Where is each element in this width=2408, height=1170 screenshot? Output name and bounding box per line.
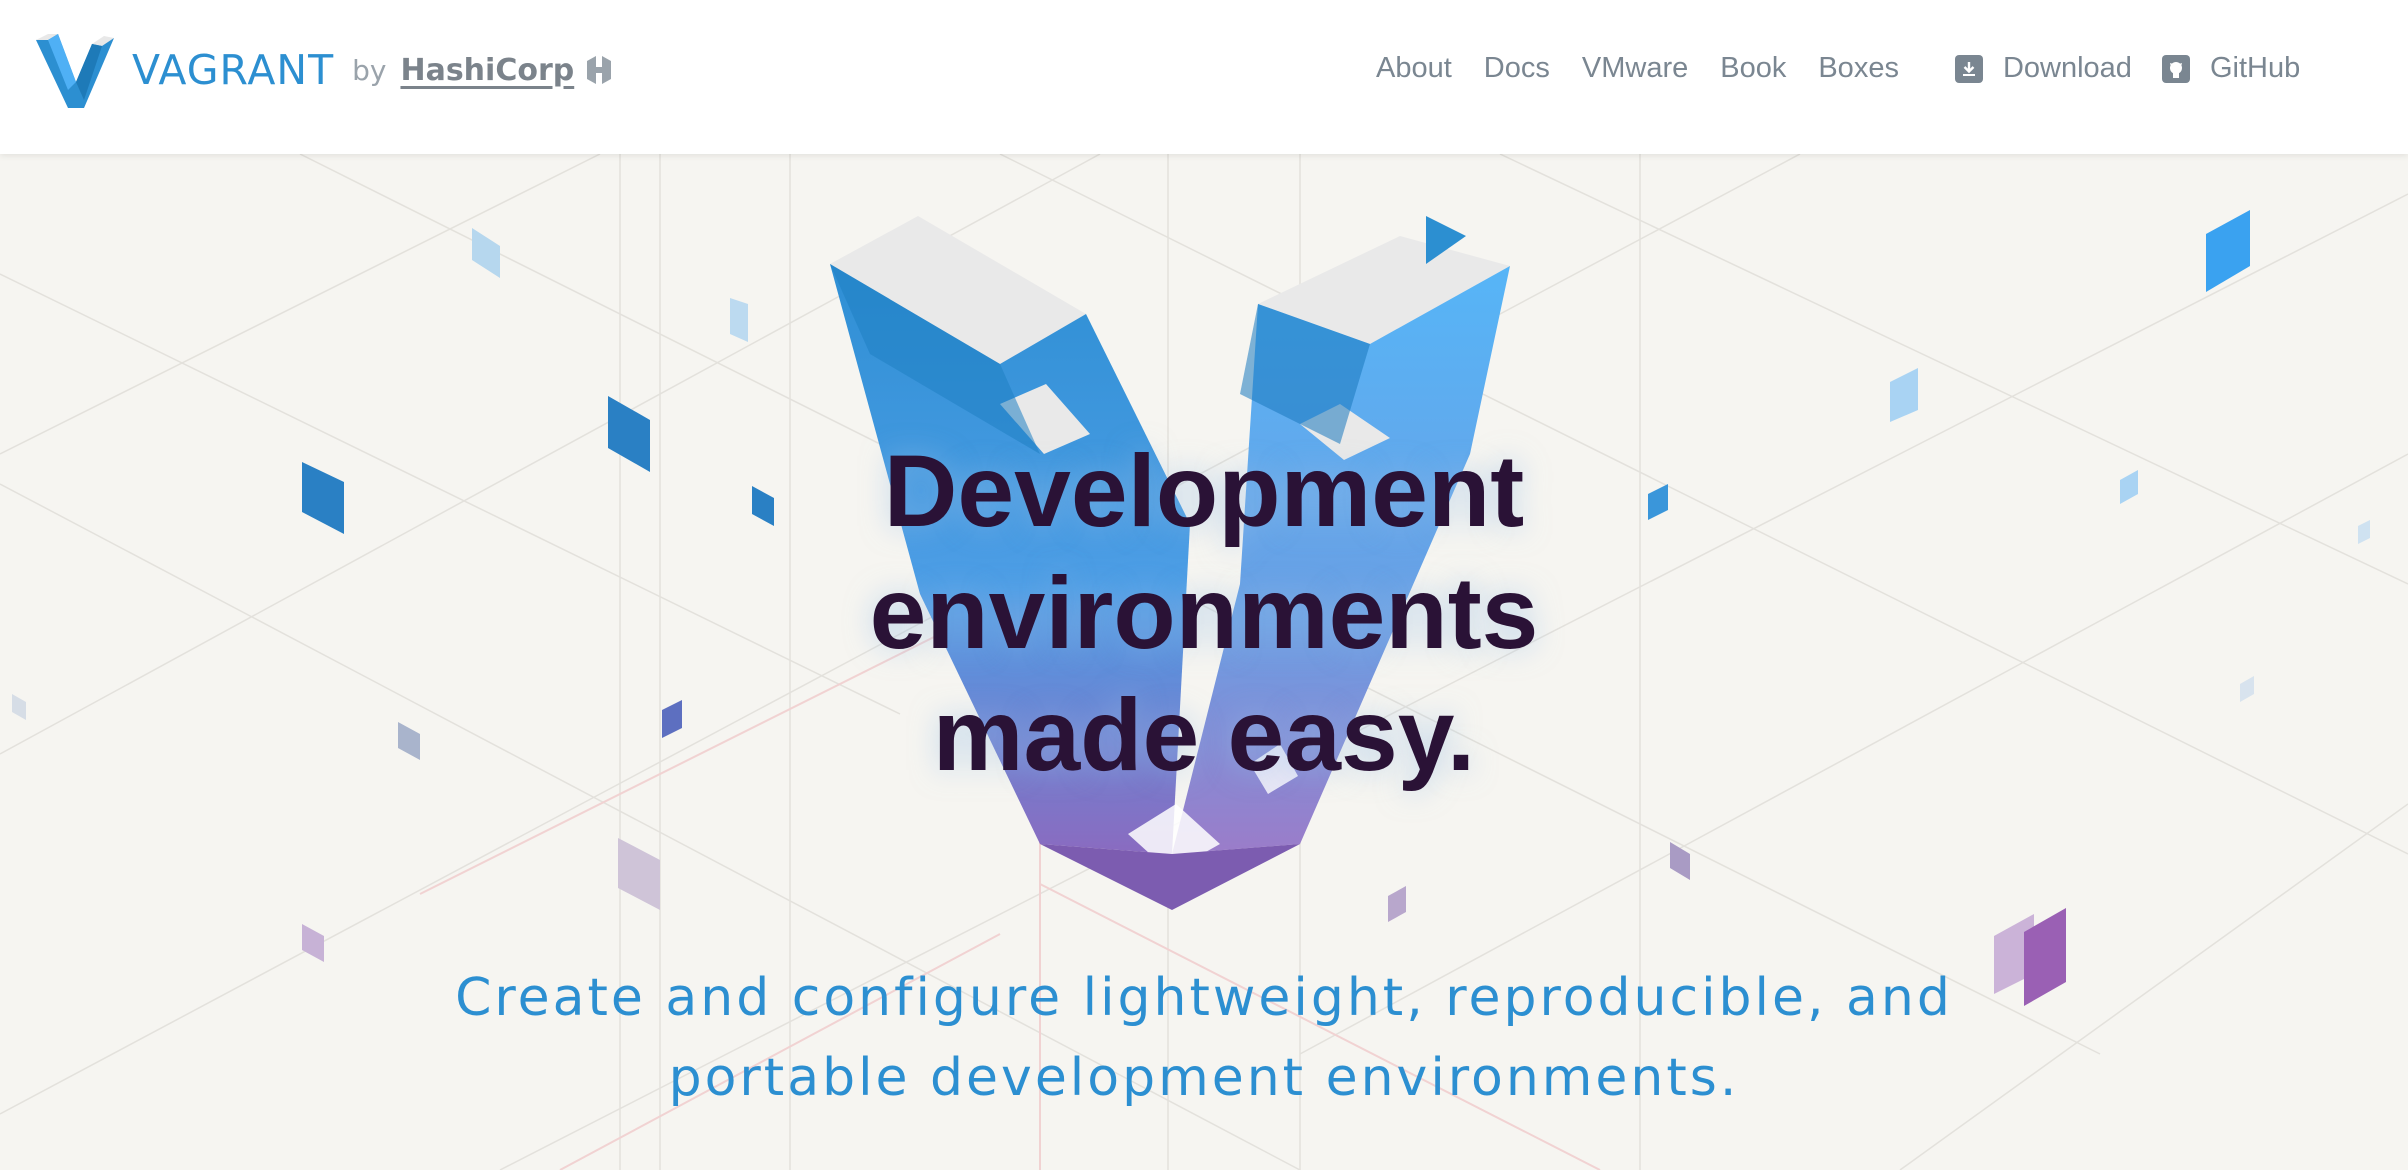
github-label: GitHub (2209, 52, 2301, 84)
hero-title-line-3: made easy. (932, 678, 1476, 792)
nav-link-vmware[interactable]: VMware (1582, 52, 1688, 85)
hashicorp-logo-icon (587, 56, 612, 84)
hero-title: Development environments made easy. (0, 430, 2408, 796)
nav-link-github[interactable]: GitHub (2161, 52, 2301, 85)
download-icon (1954, 54, 1983, 83)
nav-link-download[interactable]: Download (1954, 52, 2132, 85)
hero-subtitle: Create and configure lightweight, reprod… (0, 958, 2408, 1118)
hero-subtitle-line-1: Create and configure lightweight, reprod… (455, 968, 1953, 1028)
hero-title-line-1: Development (883, 434, 1525, 548)
hero-subtitle-line-2: portable development environments. (668, 1048, 1740, 1108)
brand-by-text: by (352, 53, 387, 87)
vagrant-logo-icon (36, 34, 114, 108)
top-navbar: VAGRANT by HashiCorp About Docs VMware B… (0, 0, 2408, 154)
brand-name: VAGRANT (132, 46, 335, 94)
download-label: Download (2002, 52, 2132, 84)
brand-home-link[interactable]: VAGRANT by HashiCorp (34, 30, 614, 110)
nav-link-docs[interactable]: Docs (1484, 52, 1550, 85)
main-nav: About Docs VMware Book Boxes Download Gi… (1376, 52, 2330, 85)
brand-company: HashiCorp (400, 52, 575, 88)
nav-link-book[interactable]: Book (1720, 52, 1786, 85)
nav-link-boxes[interactable]: Boxes (1818, 52, 1899, 85)
github-icon (2161, 54, 2190, 83)
nav-link-about[interactable]: About (1376, 52, 1452, 85)
hero-title-line-2: environments (869, 556, 1539, 670)
